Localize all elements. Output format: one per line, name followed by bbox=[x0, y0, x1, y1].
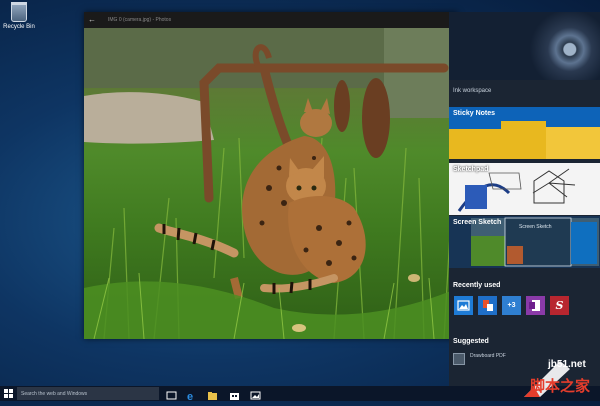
taskbar-search-box[interactable]: Search the web and Windows bbox=[17, 387, 159, 400]
taskbar-photos[interactable] bbox=[250, 388, 261, 400]
office-icon bbox=[483, 300, 493, 311]
cat-photo bbox=[84, 28, 458, 339]
recycle-bin-label: Recycle Bin bbox=[3, 24, 35, 30]
back-arrow-icon[interactable]: ← bbox=[88, 15, 96, 24]
watermark-cn: 脚本之家 bbox=[530, 377, 591, 395]
window-title-bar[interactable]: ← IMG 0 (camera.jpg) - Photos bbox=[84, 12, 458, 28]
folder-icon bbox=[208, 392, 217, 400]
recycle-bin-desktop-icon[interactable]: Recycle Bin bbox=[2, 2, 36, 30]
photos-window: ← IMG 0 (camera.jpg) - Photos bbox=[84, 12, 458, 339]
recent-app-sketchable[interactable]: S bbox=[550, 296, 569, 315]
suggested-app-name: Drawboard PDF bbox=[470, 353, 506, 359]
photos-icon bbox=[457, 300, 470, 311]
watermark-url: jb51.net bbox=[548, 359, 586, 370]
sketchpad-tile[interactable]: Sketchpad bbox=[449, 163, 600, 215]
start-button[interactable] bbox=[0, 386, 16, 401]
svg-text:e: e bbox=[187, 391, 193, 401]
edge-icon: e bbox=[187, 391, 193, 403]
taskbar-file-explorer[interactable] bbox=[207, 388, 218, 400]
taskbar-edge[interactable]: e bbox=[186, 388, 197, 403]
drawboard-icon bbox=[453, 353, 465, 365]
sticky-notes-tile[interactable]: Sticky Notes bbox=[449, 107, 600, 159]
screen-sketch-label: Screen Sketch bbox=[453, 219, 502, 226]
store-icon bbox=[230, 393, 239, 400]
taskbar: Search the web and Windows e bbox=[0, 386, 600, 403]
screen-sketch-tile[interactable]: Screen Sketch Screen Sketch bbox=[449, 216, 600, 268]
suggested-title: Suggested bbox=[453, 338, 489, 345]
sketchpad-label: Sketchpad bbox=[453, 166, 489, 173]
recent-app-onenote[interactable] bbox=[526, 296, 545, 315]
recent-app-office[interactable] bbox=[478, 296, 497, 315]
sticky-notes-label: Sticky Notes bbox=[453, 110, 496, 117]
taskbar-store[interactable] bbox=[229, 388, 240, 400]
recently-used-title: Recently used bbox=[453, 282, 501, 289]
recycle-bin-icon bbox=[11, 2, 27, 22]
recent-app-photos[interactable] bbox=[454, 296, 473, 315]
ink-workspace-header-art bbox=[449, 12, 600, 80]
search-placeholder: Search the web and Windows bbox=[21, 391, 88, 397]
cat-photo-illustration bbox=[84, 28, 458, 339]
photos-icon bbox=[250, 391, 261, 400]
recent-app-calculator[interactable]: +3 bbox=[502, 296, 521, 315]
window-title: IMG 0 (camera.jpg) - Photos bbox=[108, 17, 172, 23]
sketchable-icon: S bbox=[555, 299, 564, 312]
screen-sketch-thumb-label: Screen Sketch bbox=[519, 224, 552, 230]
taskbar-task-view[interactable] bbox=[166, 388, 177, 400]
calculator-icon: +3 bbox=[507, 302, 516, 309]
ink-workspace-title: Ink workspace bbox=[453, 88, 492, 94]
ink-workspace-panel: Ink workspace Sticky Notes Sketchpad Scr… bbox=[449, 12, 600, 387]
site-watermark: jb51.net 脚本之家 bbox=[520, 357, 598, 399]
windows-logo-icon bbox=[4, 389, 13, 398]
onenote-icon bbox=[529, 300, 540, 311]
task-view-icon bbox=[166, 391, 177, 400]
